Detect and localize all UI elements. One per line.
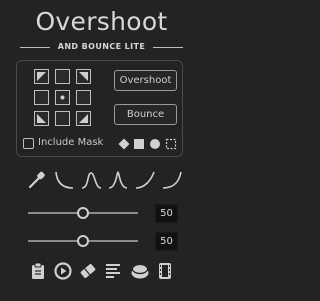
layers-icon[interactable]: [130, 262, 150, 280]
clipboard-icon[interactable]: [30, 262, 46, 280]
subtitle: AND BOUNCE LITE: [57, 42, 146, 51]
bounce-button[interactable]: Bounce: [114, 104, 177, 125]
eraser-icon[interactable]: [79, 262, 97, 280]
title-text: Overshoot: [35, 7, 168, 36]
include-mask-checkbox[interactable]: [23, 138, 34, 149]
anchor-bottom-left[interactable]: [34, 111, 49, 126]
anchor-top-left[interactable]: [34, 69, 49, 84]
anchor-bottom[interactable]: [55, 111, 70, 126]
center-dot-icon: [60, 95, 65, 100]
shape-selector: [118, 138, 178, 150]
align-icon[interactable]: [104, 262, 122, 280]
eyedropper-icon[interactable]: [27, 170, 47, 190]
square-icon[interactable]: [133, 138, 145, 150]
peak-curve-icon[interactable]: [108, 170, 128, 190]
anchor-top[interactable]: [55, 69, 70, 84]
app-title: Overshoot: [0, 6, 203, 38]
ease-out-curve-icon[interactable]: [54, 170, 74, 190]
anchor-right[interactable]: [76, 90, 91, 105]
slider-1-value[interactable]: 50: [155, 204, 178, 223]
anchor-center[interactable]: [55, 90, 70, 105]
circle-icon[interactable]: [149, 138, 161, 150]
options-panel: Overshoot Bounce Include Mask: [16, 60, 183, 157]
anchor-top-right[interactable]: [76, 69, 91, 84]
corner-bottom-right-icon: [79, 114, 88, 123]
corner-top-right-icon: [79, 72, 88, 81]
include-mask-label: Include Mask: [38, 137, 104, 148]
play-settings-icon[interactable]: [54, 262, 72, 280]
overshoot-button[interactable]: Overshoot: [114, 70, 177, 91]
corner-bottom-left-icon: [37, 114, 46, 123]
subtitle-row: AND BOUNCE LITE: [20, 40, 183, 54]
divider-left: [20, 47, 50, 48]
slider-1[interactable]: [28, 207, 138, 219]
slider-2-value[interactable]: 50: [155, 232, 178, 251]
ease-in-curve-icon[interactable]: [135, 170, 155, 190]
divider-right: [153, 47, 183, 48]
slider-2[interactable]: [28, 235, 138, 247]
ease-in-out-curve-icon[interactable]: [81, 170, 101, 190]
anchor-bottom-right[interactable]: [76, 111, 91, 126]
corner-top-left-icon: [37, 72, 46, 81]
slider-1-knob[interactable]: [77, 207, 89, 219]
diamond-icon[interactable]: [118, 138, 130, 150]
linear-curve-icon[interactable]: [162, 170, 182, 190]
film-icon[interactable]: [157, 262, 173, 280]
slider-2-knob[interactable]: [77, 235, 89, 247]
dashed-square-icon[interactable]: [165, 138, 177, 150]
anchor-left[interactable]: [34, 90, 49, 105]
